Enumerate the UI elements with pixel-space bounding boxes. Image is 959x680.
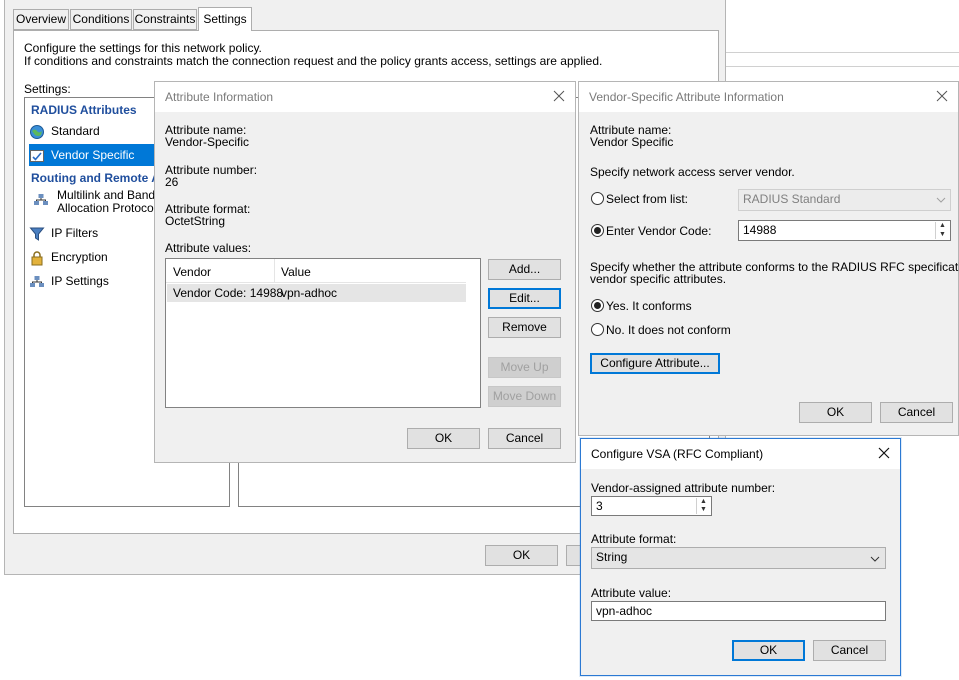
tab-settings[interactable]: Settings xyxy=(198,7,252,31)
routing-header: Routing and Remote A xyxy=(31,171,160,185)
enter-vendor-code-radio[interactable] xyxy=(591,224,604,237)
specify-vendor-label: Specify network access server vendor. xyxy=(590,165,795,179)
vendor-specific-attribute-dialog: Vendor-Specific Attribute Information At… xyxy=(578,81,959,436)
column-divider xyxy=(274,259,275,283)
tab-conditions[interactable]: Conditions xyxy=(70,9,132,30)
attribute-values-list[interactable]: Vendor Value Vendor Code: 14988 vpn-adho… xyxy=(165,258,481,408)
tree-item-label: Vendor Specific xyxy=(51,148,135,162)
attribute-number-stepper[interactable]: ▲ ▼ xyxy=(696,498,710,514)
row-vendor-cell: Vendor Code: 14988 xyxy=(173,286,284,300)
no-conforms-label[interactable]: No. It does not conform xyxy=(606,323,731,337)
network-icon xyxy=(33,192,49,211)
attribute-number-value: 3 xyxy=(596,499,603,513)
attribute-format-select[interactable]: String xyxy=(591,547,886,569)
select-from-list-label[interactable]: Select from list: xyxy=(606,192,688,206)
remove-button[interactable]: Remove xyxy=(488,317,561,338)
table-row[interactable]: Vendor Code: 14988 vpn-adhoc xyxy=(167,284,466,302)
vsa-name-value: Vendor Specific xyxy=(590,135,674,149)
title-bar: Attribute Information xyxy=(155,82,575,112)
attribute-information-dialog: Attribute Information Attribute name: Ve… xyxy=(154,81,576,463)
close-icon[interactable] xyxy=(551,88,567,104)
tree-item-label: Encryption xyxy=(51,250,108,264)
tree-item-label: IP Filters xyxy=(51,226,99,240)
title-bar: Configure VSA (RFC Compliant) xyxy=(581,439,900,469)
vendor-list-value: RADIUS Standard xyxy=(743,192,841,206)
background-window-edge xyxy=(726,66,959,67)
close-icon[interactable] xyxy=(934,88,950,104)
background-window-edge xyxy=(726,52,959,53)
list-header: Vendor Value xyxy=(166,259,466,283)
configure-cancel-button[interactable]: Cancel xyxy=(813,640,886,661)
tree-item-label: IP Settings xyxy=(51,274,109,288)
vendor-code-value: 14988 xyxy=(743,223,777,237)
column-header-vendor[interactable]: Vendor xyxy=(173,265,211,279)
vsa-cancel-button[interactable]: Cancel xyxy=(880,402,953,423)
vendor-code-stepper[interactable]: ▲ ▼ xyxy=(935,222,949,239)
configure-vsa-dialog: Configure VSA (RFC Compliant) Vendor-ass… xyxy=(580,438,901,676)
conform-question-line2: vendor specific attributes. xyxy=(590,272,727,286)
checklist-icon xyxy=(29,148,45,164)
yes-conforms-radio[interactable] xyxy=(591,299,604,312)
edit-button[interactable]: Edit... xyxy=(488,288,561,309)
chevron-down-icon xyxy=(870,553,880,567)
dialog-title: Attribute Information xyxy=(165,90,274,104)
close-icon[interactable] xyxy=(876,445,892,461)
select-from-list-radio[interactable] xyxy=(591,192,604,205)
radius-attributes-header: RADIUS Attributes xyxy=(31,103,137,117)
attribute-value-input[interactable]: vpn-adhoc xyxy=(591,601,886,621)
row-value-cell: vpn-adhoc xyxy=(281,286,338,300)
globe-icon xyxy=(29,124,45,140)
attribute-value-label: Attribute value: xyxy=(591,586,672,600)
column-header-value[interactable]: Value xyxy=(281,265,311,279)
vendor-list-select[interactable]: RADIUS Standard xyxy=(738,189,951,211)
add-button[interactable]: Add... xyxy=(488,259,561,280)
filter-icon xyxy=(29,226,45,242)
attribute-number-label: Vendor-assigned attribute number: xyxy=(591,481,776,495)
vendor-code-input[interactable]: 14988 ▲ ▼ xyxy=(738,220,951,241)
attribute-name-value: Vendor-Specific xyxy=(165,135,250,149)
policy-ok-button[interactable]: OK xyxy=(485,545,558,566)
tab-constraints[interactable]: Constraints xyxy=(133,9,197,30)
attr-cancel-button[interactable]: Cancel xyxy=(488,428,561,449)
no-conforms-radio[interactable] xyxy=(591,323,604,336)
settings-label: Settings: xyxy=(24,82,71,96)
attribute-number-value: 26 xyxy=(165,175,179,189)
configure-ok-button[interactable]: OK xyxy=(732,640,805,661)
attribute-number-label: Attribute number: xyxy=(165,163,258,177)
attribute-format-value: OctetString xyxy=(165,214,226,228)
tab-strip: Overview Conditions Constraints Settings xyxy=(13,7,713,31)
enter-vendor-code-label[interactable]: Enter Vendor Code: xyxy=(606,224,711,238)
attribute-number-input[interactable]: 3 ▲ ▼ xyxy=(591,496,712,516)
chevron-down-icon xyxy=(936,194,946,208)
tab-overview[interactable]: Overview xyxy=(13,9,69,30)
title-bar: Vendor-Specific Attribute Information xyxy=(579,82,958,112)
dialog-title: Vendor-Specific Attribute Information xyxy=(589,90,784,104)
move-down-button[interactable]: Move Down xyxy=(488,386,561,407)
settings-intro-line1: Configure the settings for this network … xyxy=(24,41,262,55)
attribute-format-value: String xyxy=(596,550,628,564)
tree-item-label: Standard xyxy=(51,124,100,138)
yes-conforms-label[interactable]: Yes. It conforms xyxy=(606,299,692,313)
network-icon xyxy=(29,274,45,290)
attribute-value-text: vpn-adhoc xyxy=(596,604,653,618)
vsa-ok-button[interactable]: OK xyxy=(799,402,872,423)
attribute-format-label: Attribute format: xyxy=(591,532,677,546)
dialog-title: Configure VSA (RFC Compliant) xyxy=(591,447,764,461)
attribute-values-label: Attribute values: xyxy=(165,241,252,255)
lock-icon xyxy=(29,250,45,266)
move-up-button[interactable]: Move Up xyxy=(488,357,561,378)
attr-ok-button[interactable]: OK xyxy=(407,428,480,449)
configure-attribute-button[interactable]: Configure Attribute... xyxy=(590,353,720,374)
settings-intro-line2: If conditions and constraints match the … xyxy=(24,54,603,68)
